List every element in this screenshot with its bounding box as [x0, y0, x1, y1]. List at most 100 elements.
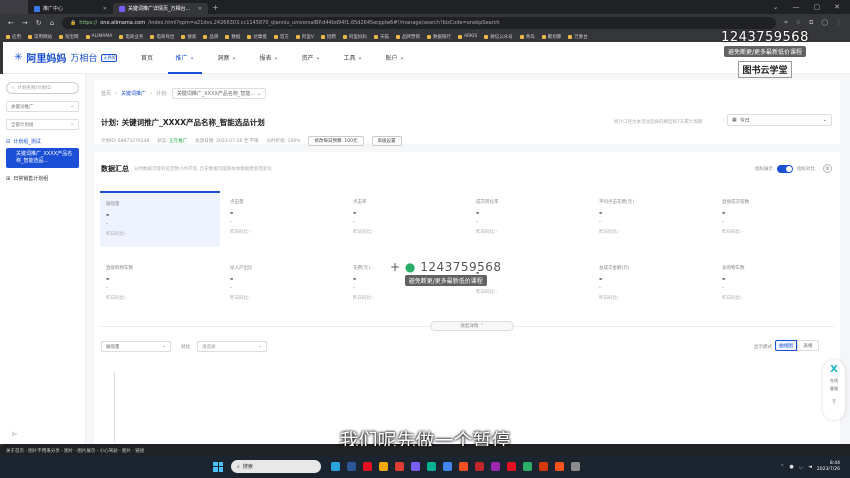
group-select[interactable]: 全部计划组 ⌄	[6, 119, 79, 130]
taskbar-app-icon[interactable]	[331, 462, 340, 471]
metric-card[interactable]: 平均点击花费(元) - - 昨日同比:-	[593, 191, 713, 247]
taskbar-app-icon[interactable]	[555, 462, 564, 471]
taskbar-app-icon[interactable]	[571, 462, 580, 471]
taskbar-app-icon[interactable]	[443, 462, 452, 471]
nav-tools[interactable]: 工具 ⌄	[332, 42, 374, 74]
metric-card[interactable]: 点击率 - - 昨日同比:-	[347, 191, 467, 247]
bookmark-item[interactable]: 达摩盘	[247, 34, 267, 40]
nav-report[interactable]: 报表 ⌄	[248, 42, 290, 74]
minimize-icon[interactable]: —	[793, 3, 800, 11]
edit-budget-button[interactable]: 修改每日预算: 100元	[308, 136, 364, 146]
taskbar-app-icon[interactable]	[427, 462, 436, 471]
bookmark-item[interactable]: 招聘	[320, 34, 336, 40]
clock[interactable]: 8:44 2023/7/26	[817, 461, 840, 473]
url-field[interactable]: 🔒 https:// one.alimama.com /index.html?s…	[62, 16, 777, 29]
app-logo[interactable]: ✳ 阿里妈妈 万相台 无界版	[0, 50, 130, 65]
translate-icon[interactable]: ⌗	[784, 19, 787, 27]
customer-service-panel[interactable]: X 在线 客服 ⤒	[823, 360, 845, 420]
crumb-home[interactable]: 首页	[101, 90, 111, 97]
back-icon[interactable]: ←	[8, 19, 14, 27]
metric-select[interactable]: 展现量 ⌄	[101, 341, 171, 352]
crumb-keyword[interactable]: 关键词推广	[121, 90, 146, 97]
windows-start-icon[interactable]	[213, 461, 223, 472]
nav-home[interactable]: 首页	[130, 42, 164, 74]
taskbar-app-icon[interactable]	[411, 462, 420, 471]
tab-close-icon[interactable]: ✕	[103, 6, 107, 12]
extensions-icon[interactable]: ⧉	[809, 19, 813, 27]
bookmark-item[interactable]: 搜索	[181, 34, 196, 40]
gear-icon[interactable]: ⚙	[823, 164, 832, 173]
chevron-up-icon[interactable]: ⌃	[780, 464, 784, 470]
compare-select[interactable]: 请选择 ⌄	[197, 341, 267, 352]
tab-search-icon[interactable]: ⌄	[773, 3, 779, 11]
bookmark-item[interactable]: 青岛	[519, 34, 535, 40]
nav-assets[interactable]: 资产 ⌄	[290, 42, 332, 74]
forward-icon[interactable]: →	[22, 19, 28, 27]
nav-account[interactable]: 账户 ⌄	[374, 42, 416, 74]
nav-insight[interactable]: 洞察 ⌄	[206, 42, 248, 74]
metric-card[interactable]: 直接购物车数 - - 昨日同比:-	[100, 257, 220, 313]
speaker-icon[interactable]: ◄	[808, 464, 812, 470]
bookmark-item[interactable]: 官方	[273, 34, 289, 40]
taskbar-app-icon[interactable]	[491, 462, 500, 471]
line-chart-mode-button[interactable]: 曲线图	[775, 340, 797, 351]
bookmark-item[interactable]: 万象台	[568, 34, 588, 40]
bookmark-item[interactable]: 品牌营销	[395, 34, 420, 40]
bookmark-item[interactable]: 电商导出	[150, 34, 174, 40]
taskbar-app-icon[interactable]	[475, 462, 484, 471]
bookmark-item[interactable]: 天猫	[373, 34, 389, 40]
taskbar-app-icon[interactable]	[379, 462, 388, 471]
metric-card[interactable]: 总购物车数 - - 昨日同比:-	[716, 257, 836, 313]
new-tab-icon[interactable]: +	[212, 3, 219, 12]
table-mode-button[interactable]: 表格	[797, 340, 819, 351]
bookmark-item[interactable]: 数据银行	[426, 34, 451, 40]
bookmark-item[interactable]: ARKIS	[457, 34, 477, 39]
metric-card[interactable]: 成交转化率 - - 昨日同比:-	[470, 191, 590, 247]
back-to-top-icon[interactable]: ⤒	[832, 398, 836, 408]
advanced-settings-button[interactable]: 高级设置	[371, 136, 402, 146]
taskbar-app-icon[interactable]	[507, 462, 516, 471]
tab-close-icon[interactable]: ✕	[198, 6, 202, 12]
taskbar-search[interactable]: ⌕ 搜索	[231, 460, 321, 473]
taskbar-app-icon[interactable]	[347, 462, 356, 471]
metric-card[interactable]: 总成交金额(元) - - 昨日同比:-	[593, 257, 713, 313]
compare-toggle[interactable]	[777, 164, 793, 173]
sidebar-plan-item[interactable]: 关键词推广_XXXX产品名称_智能选品...	[6, 148, 79, 168]
sidebar-group-test[interactable]: ⊟ 计划组_测试	[6, 138, 79, 146]
sidebar-group-daily[interactable]: ⊞ 日常销售计划组	[6, 175, 79, 183]
bookmark-item[interactable]: ALIMAMA	[85, 34, 112, 39]
wifi-icon[interactable]: ◡	[799, 464, 803, 470]
browser-tab-2[interactable]: 关键词推广详情页_万相台... ✕	[113, 3, 208, 14]
bookmark-item[interactable]: 阿里V	[295, 34, 314, 40]
maximize-icon[interactable]: ▢	[814, 3, 821, 11]
metric-card[interactable]: 展现量 - - 昨日同比:-	[100, 191, 220, 247]
star-icon[interactable]: ☆	[796, 19, 801, 27]
bookmark-item[interactable]: 阿里妈妈	[342, 34, 367, 40]
bookmark-item[interactable]: 应用	[6, 34, 21, 40]
home-icon[interactable]: ⌂	[50, 19, 54, 27]
close-window-icon[interactable]: ✕	[834, 3, 840, 11]
bookmark-item[interactable]: 常用网站	[28, 34, 52, 40]
menu-icon[interactable]: ⋮	[836, 19, 842, 27]
bookmark-item[interactable]: 电商业务	[119, 34, 143, 40]
taskbar-app-icon[interactable]	[363, 462, 372, 471]
date-select[interactable]: ▦ 今日 ⌄	[727, 114, 832, 126]
collapse-details-button[interactable]: 收起详情 ⌃	[430, 321, 514, 331]
taskbar-app-icon[interactable]	[459, 462, 468, 471]
nav-promotion[interactable]: 推广 ⌄	[164, 42, 206, 74]
bookmark-item[interactable]: 品牌	[203, 34, 218, 40]
bookmark-item[interactable]: 数据	[225, 34, 240, 40]
taskbar-app-icon[interactable]	[523, 462, 532, 471]
bookmark-item[interactable]: 微信公众号	[484, 34, 513, 40]
taskbar-app-icon[interactable]	[395, 462, 404, 471]
plan-search-input[interactable]: ⌕ 计划名称/计划ID	[6, 82, 79, 94]
bookmark-item[interactable]: 聚划算	[541, 34, 561, 40]
metric-card[interactable]: 投入产出比 - - 昨日同比:-	[224, 257, 344, 313]
scene-select[interactable]: 关键词推广 ⌄	[6, 101, 79, 112]
taskbar-app-icon[interactable]	[539, 462, 548, 471]
wechat-tray-icon[interactable]: ●	[789, 464, 793, 470]
profile-icon[interactable]: ◯	[821, 19, 828, 27]
metric-card[interactable]: 直接成交笔数 - - 昨日同比:-	[716, 191, 836, 247]
reload-icon[interactable]: ↻	[36, 19, 42, 27]
crumb-plan-select[interactable]: 关键词推广_XXXX产品名称_智能... ⌄	[171, 88, 266, 99]
